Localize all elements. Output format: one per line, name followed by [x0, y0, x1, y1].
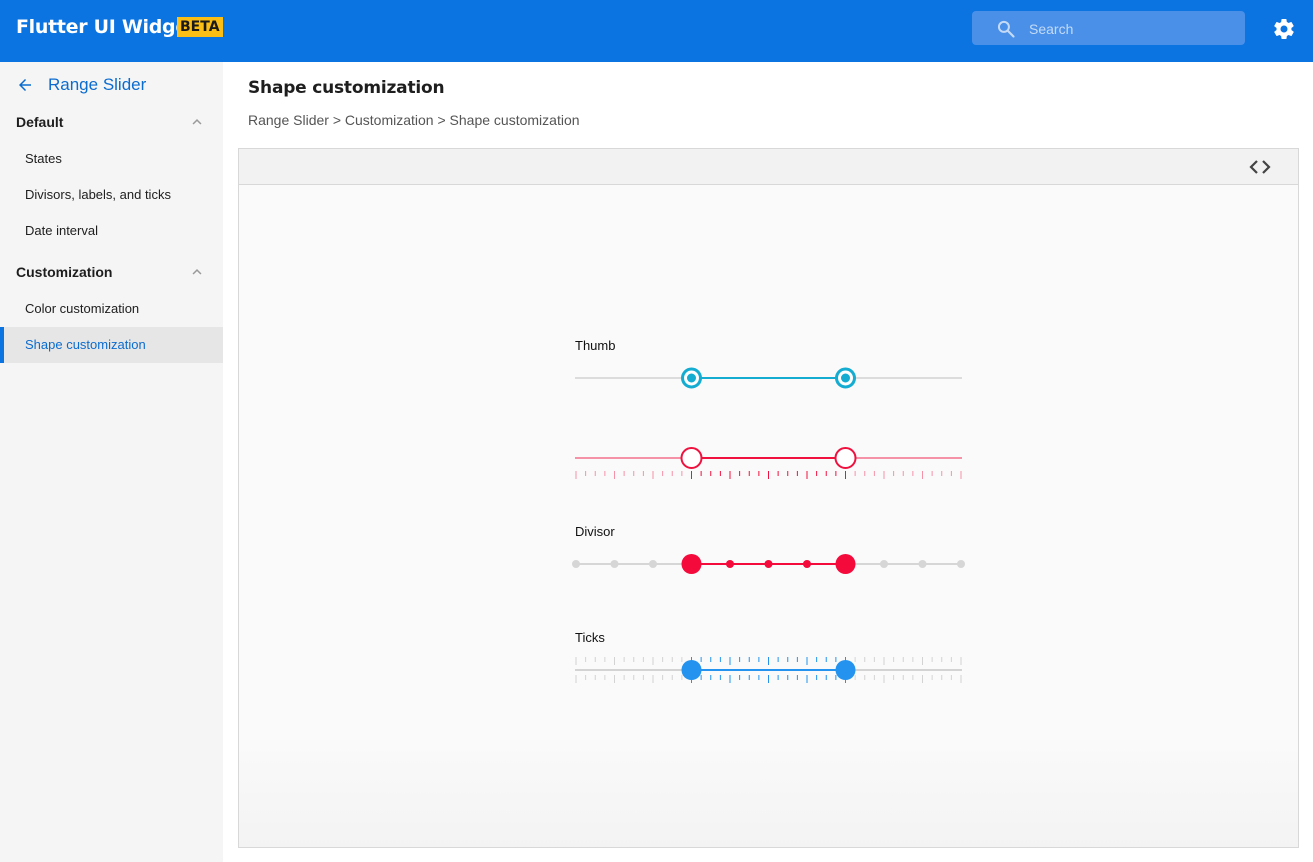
- divisor-dot: [764, 560, 773, 568]
- start-thumb[interactable]: [680, 447, 703, 469]
- start-thumb[interactable]: [681, 554, 702, 574]
- divisor-dot: [726, 560, 734, 568]
- end-thumb[interactable]: [835, 660, 856, 680]
- end-thumb-dot: [841, 373, 850, 383]
- divisor-dot: [918, 560, 927, 568]
- divisor-dot: [880, 560, 888, 568]
- divisor-dot: [649, 560, 657, 568]
- start-thumb-dot: [687, 373, 696, 383]
- range-sliders: [572, 367, 965, 683]
- start-thumb[interactable]: [681, 660, 702, 680]
- divisor-dot: [610, 560, 619, 568]
- divisor-dot: [572, 560, 580, 568]
- divisor-dot: [957, 560, 965, 568]
- end-thumb[interactable]: [834, 447, 857, 469]
- end-thumb[interactable]: [835, 554, 856, 574]
- divisor-dot: [803, 560, 811, 568]
